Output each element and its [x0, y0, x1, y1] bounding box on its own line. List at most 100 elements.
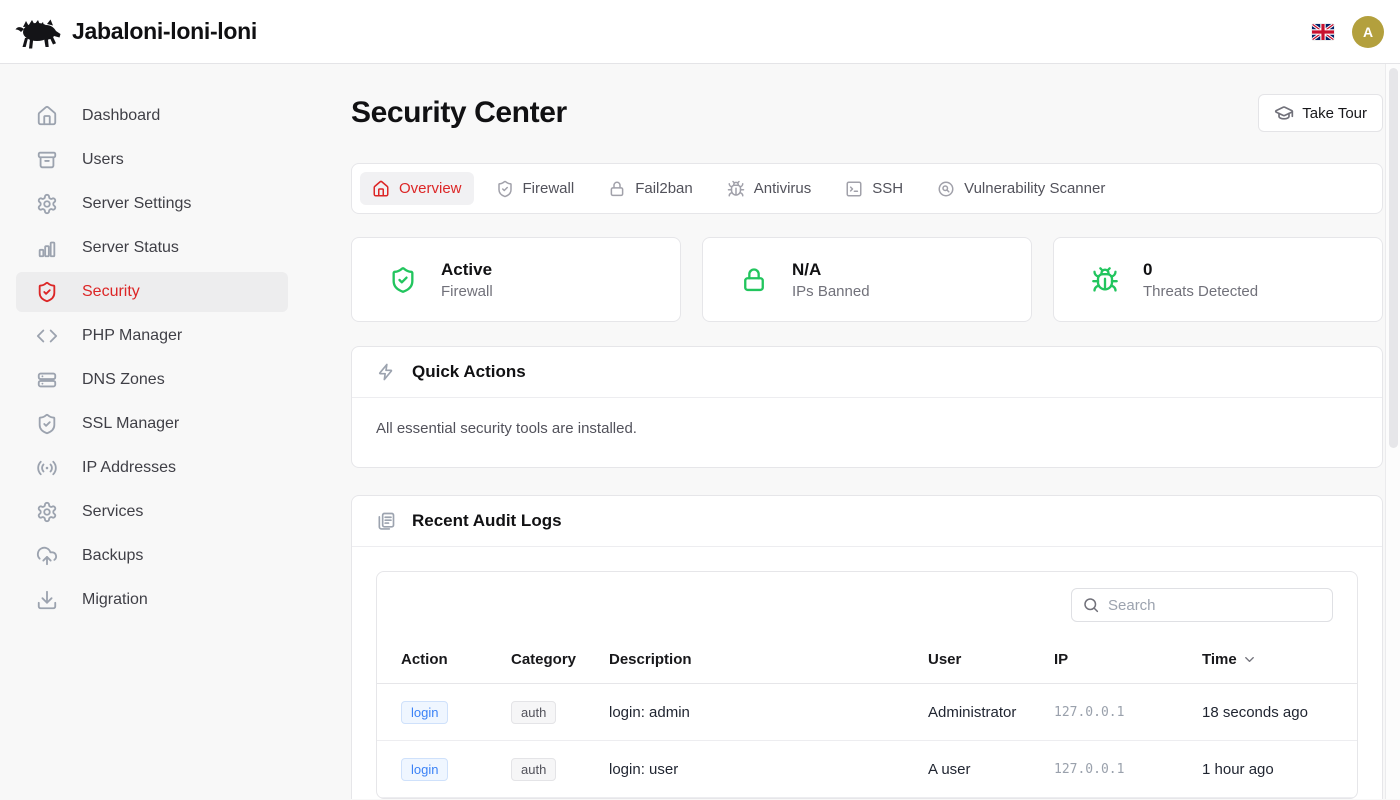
- card-label: Threats Detected: [1143, 283, 1258, 300]
- sidebar-item-backups[interactable]: Backups: [16, 536, 288, 576]
- column-header-action[interactable]: Action: [401, 651, 511, 668]
- scrollbar[interactable]: [1385, 64, 1400, 799]
- take-tour-label: Take Tour: [1302, 105, 1367, 122]
- tab-label: Firewall: [523, 180, 575, 197]
- take-tour-button[interactable]: Take Tour: [1258, 94, 1383, 132]
- description-cell: login: user: [609, 761, 928, 778]
- quick-actions-panel: Quick Actions All essential security too…: [351, 346, 1383, 468]
- page-title: Security Center: [351, 96, 567, 130]
- time-cell: 1 hour ago: [1202, 761, 1333, 778]
- sidebar-item-dns-zones[interactable]: DNS Zones: [16, 360, 288, 400]
- tab-label: Fail2ban: [635, 180, 693, 197]
- tab-fail2ban[interactable]: Fail2ban: [596, 172, 705, 205]
- graduation-cap-icon: [1274, 103, 1294, 123]
- user-cell: A user: [928, 761, 1054, 778]
- code-icon: [36, 325, 58, 347]
- sidebar-item-server-settings[interactable]: Server Settings: [16, 184, 288, 224]
- sidebar-item-security[interactable]: Security: [16, 272, 288, 312]
- table-header-row: Action Category Description User IP Time: [377, 636, 1357, 684]
- category-badge: auth: [511, 758, 556, 781]
- quick-actions-title: Quick Actions: [412, 362, 526, 382]
- server-icon: [36, 369, 58, 391]
- boar-logo-icon: [14, 13, 62, 51]
- uk-flag-icon[interactable]: [1312, 24, 1334, 40]
- terminal-icon: [845, 180, 863, 198]
- user-avatar[interactable]: A: [1352, 16, 1384, 48]
- audit-table: Action Category Description User IP Time: [376, 571, 1358, 799]
- quick-actions-message: All essential security tools are install…: [352, 398, 1382, 467]
- sidebar-item-ssl-manager[interactable]: SSL Manager: [16, 404, 288, 444]
- scrollbar-thumb[interactable]: [1389, 68, 1398, 448]
- sidebar: Dashboard Users Server Settings Server S…: [0, 64, 304, 799]
- app-title: Jabaloni-loni-loni: [72, 18, 257, 45]
- sidebar-item-label: Dashboard: [82, 107, 160, 125]
- sidebar-item-label: Services: [82, 503, 143, 521]
- tab-firewall[interactable]: Firewall: [484, 172, 587, 205]
- gear-icon: [36, 501, 58, 523]
- table-row: login auth login: admin Administrator 12…: [377, 684, 1357, 741]
- column-header-description[interactable]: Description: [609, 651, 928, 668]
- tab-label: Antivirus: [754, 180, 812, 197]
- sidebar-item-label: Users: [82, 151, 124, 169]
- search-input[interactable]: [1071, 588, 1333, 622]
- card-value: Active: [441, 260, 493, 280]
- threats-detected-card: 0 Threats Detected: [1053, 237, 1383, 322]
- sidebar-item-server-status[interactable]: Server Status: [16, 228, 288, 268]
- home-icon: [36, 105, 58, 127]
- column-header-time[interactable]: Time: [1202, 651, 1333, 668]
- sidebar-item-services[interactable]: Services: [16, 492, 288, 532]
- sidebar-item-php-manager[interactable]: PHP Manager: [16, 316, 288, 356]
- shield-check-icon: [389, 266, 417, 294]
- tab-label: SSH: [872, 180, 903, 197]
- firewall-status-card: Active Firewall: [351, 237, 681, 322]
- zap-icon: [376, 362, 396, 382]
- topbar-actions: A: [1312, 16, 1384, 48]
- ip-cell: 127.0.0.1: [1054, 762, 1202, 777]
- column-header-category[interactable]: Category: [511, 651, 609, 668]
- audit-logs-panel: Recent Audit Logs Action Catego: [351, 495, 1383, 799]
- sidebar-item-label: Migration: [82, 591, 148, 609]
- column-header-user[interactable]: User: [928, 651, 1054, 668]
- sidebar-item-migration[interactable]: Migration: [16, 580, 288, 620]
- column-header-ip[interactable]: IP: [1054, 651, 1202, 668]
- bug-icon: [1091, 266, 1119, 294]
- sidebar-item-label: SSL Manager: [82, 415, 179, 433]
- bug-icon: [727, 180, 745, 198]
- shield-check-icon: [36, 281, 58, 303]
- sidebar-item-label: Security: [82, 283, 140, 301]
- tab-overview[interactable]: Overview: [360, 172, 474, 205]
- lock-icon: [740, 266, 768, 294]
- sidebar-item-label: PHP Manager: [82, 327, 182, 345]
- download-icon: [36, 589, 58, 611]
- broadcast-icon: [36, 457, 58, 479]
- sidebar-item-ip-addresses[interactable]: IP Addresses: [16, 448, 288, 488]
- sidebar-item-label: IP Addresses: [82, 459, 176, 477]
- time-cell: 18 seconds ago: [1202, 704, 1333, 721]
- home-icon: [372, 180, 390, 198]
- lock-icon: [608, 180, 626, 198]
- archive-icon: [36, 149, 58, 171]
- tab-vulnerability-scanner[interactable]: Vulnerability Scanner: [925, 172, 1117, 205]
- sidebar-item-label: Server Status: [82, 239, 179, 257]
- user-cell: Administrator: [928, 704, 1054, 721]
- action-badge: login: [401, 701, 448, 724]
- table-row: login auth login: user A user 127.0.0.1 …: [377, 741, 1357, 798]
- sidebar-item-users[interactable]: Users: [16, 140, 288, 180]
- card-label: IPs Banned: [792, 283, 870, 300]
- topbar: Jabaloni-loni-loni A: [0, 0, 1400, 64]
- security-tabs: Overview Firewall Fail2ban Antivirus: [351, 163, 1383, 214]
- clipboard-icon: [376, 511, 396, 531]
- sidebar-item-label: Backups: [82, 547, 143, 565]
- ip-cell: 127.0.0.1: [1054, 705, 1202, 720]
- search-circle-icon: [937, 180, 955, 198]
- action-badge: login: [401, 758, 448, 781]
- shield-check-icon: [496, 180, 514, 198]
- tab-antivirus[interactable]: Antivirus: [715, 172, 824, 205]
- description-cell: login: admin: [609, 704, 928, 721]
- chevron-down-icon: [1242, 652, 1257, 667]
- sidebar-item-dashboard[interactable]: Dashboard: [16, 96, 288, 136]
- category-badge: auth: [511, 701, 556, 724]
- gear-icon: [36, 193, 58, 215]
- tab-ssh[interactable]: SSH: [833, 172, 915, 205]
- tab-label: Overview: [399, 180, 462, 197]
